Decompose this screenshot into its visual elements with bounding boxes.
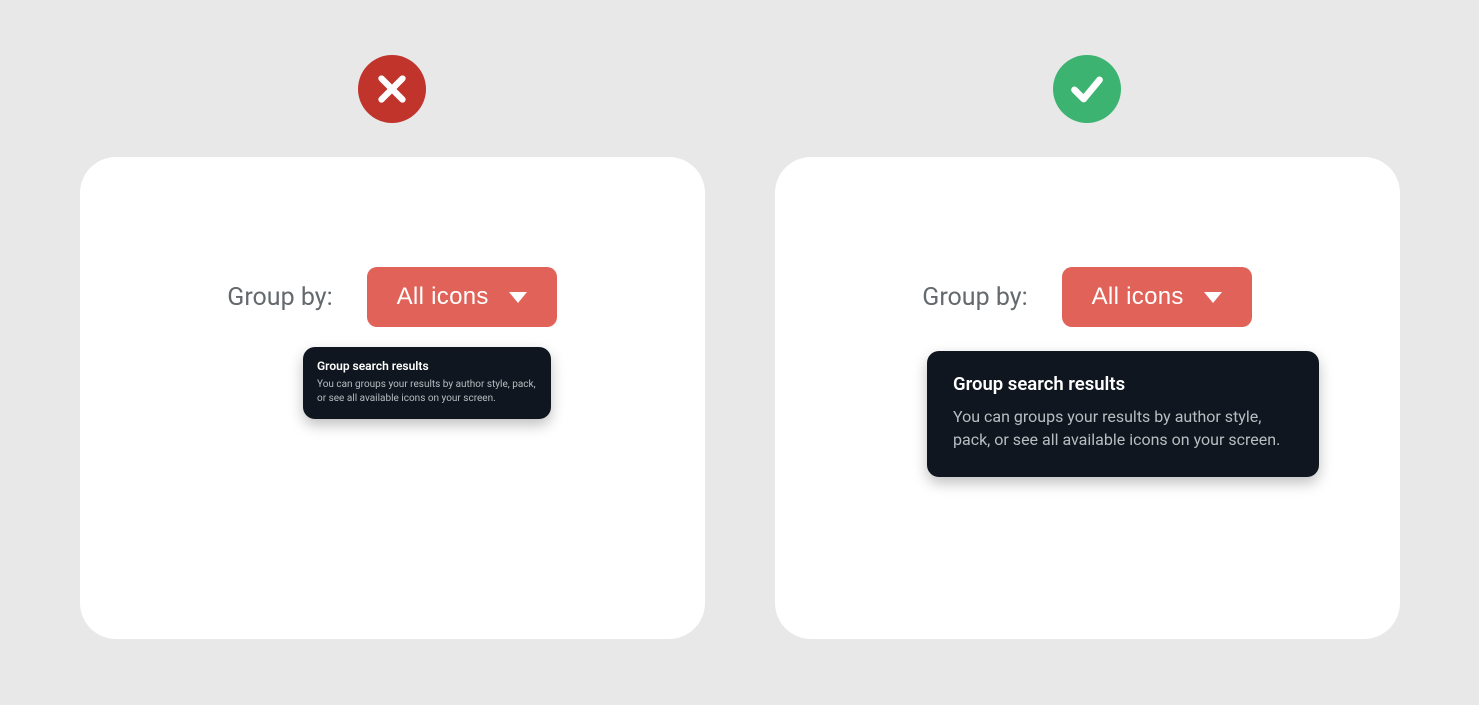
group-by-dropdown[interactable]: All icons [1062, 267, 1252, 327]
good-example: Group by: All icons Group search results… [775, 55, 1400, 639]
cross-icon [374, 71, 410, 107]
caret-down-icon [1204, 292, 1222, 303]
check-icon [1067, 69, 1107, 109]
tooltip-title: Group search results [953, 373, 1293, 395]
bad-card: Group by: All icons Group search results… [80, 157, 705, 639]
comparison-container: Group by: All icons Group search results… [0, 0, 1479, 639]
cross-badge [358, 55, 426, 123]
dropdown-value: All icons [397, 283, 489, 311]
bad-example: Group by: All icons Group search results… [80, 55, 705, 639]
control-row: Group by: All icons [775, 267, 1400, 327]
tooltip-title: Group search results [317, 359, 537, 373]
tooltip-small: Group search results You can groups your… [303, 347, 551, 419]
control-row: Group by: All icons [80, 267, 705, 327]
group-by-label: Group by: [922, 283, 1027, 312]
group-by-dropdown[interactable]: All icons [367, 267, 557, 327]
tooltip-body: You can groups your results by author st… [317, 378, 537, 405]
check-badge [1053, 55, 1121, 123]
tooltip-body: You can groups your results by author st… [953, 405, 1293, 451]
tooltip-large: Group search results You can groups your… [927, 351, 1319, 477]
dropdown-value: All icons [1092, 283, 1184, 311]
caret-down-icon [509, 292, 527, 303]
good-card: Group by: All icons Group search results… [775, 157, 1400, 639]
group-by-label: Group by: [227, 283, 332, 312]
